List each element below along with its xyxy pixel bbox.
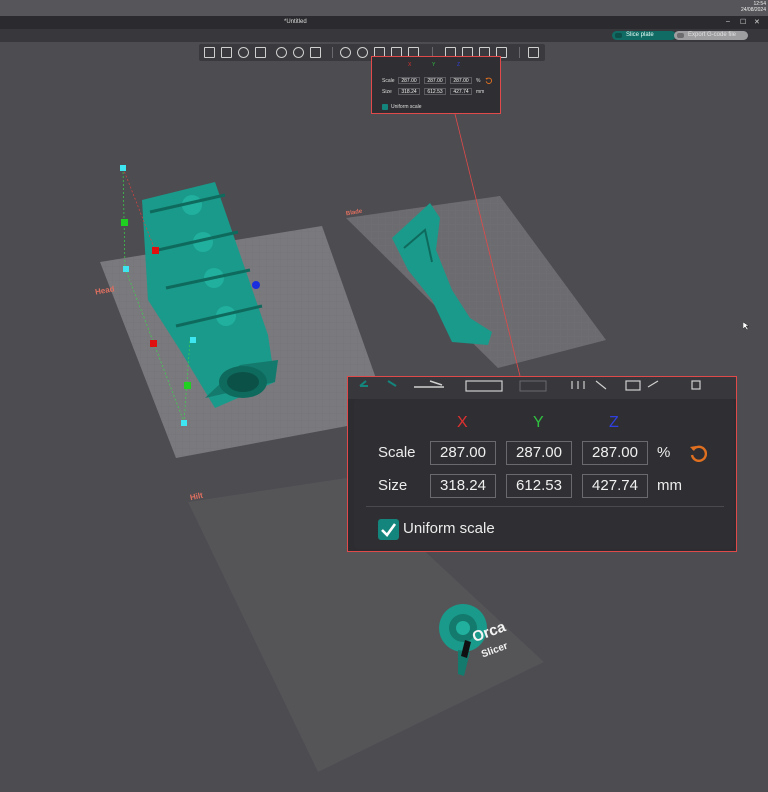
gizmo-handle-blue[interactable] <box>252 281 260 289</box>
export-gcode-label: Export G-code file <box>688 32 737 38</box>
gizmo-handle-green-2[interactable] <box>184 382 191 389</box>
minimize-button[interactable]: – <box>726 18 730 25</box>
scale-y-input[interactable]: 287.00 <box>506 441 572 465</box>
panel-divider <box>366 506 724 507</box>
mini-scale-panel: X Y Z Scale 287.00 287.00 287.00 % Size … <box>371 56 501 114</box>
mini-scale-x-input[interactable]: 287.00 <box>398 77 420 84</box>
mini-axis-x: X <box>408 62 412 68</box>
zoomed-toolbar-icons <box>359 380 701 392</box>
arrange-icon[interactable] <box>276 47 287 58</box>
mouse-cursor-icon <box>743 322 749 330</box>
mini-axis-z: Z <box>457 62 461 68</box>
size-unit: mm <box>657 477 682 494</box>
layers-icon[interactable] <box>310 47 321 58</box>
mini-scale-label: Scale <box>382 78 395 84</box>
mini-scale-z-input[interactable]: 287.00 <box>450 77 472 84</box>
mini-axis-y: Y <box>432 62 436 68</box>
action-bar: Slice plate Export G-code file <box>0 29 768 42</box>
rotate-icon[interactable] <box>357 47 368 58</box>
clock-date: 24/08/2024 <box>740 7 766 13</box>
gizmo-handle-red-1[interactable] <box>152 247 159 254</box>
mini-uniform-checkbox[interactable] <box>382 104 388 110</box>
gizmo-handle-red-2[interactable] <box>150 340 157 347</box>
scale-x-input[interactable]: 287.00 <box>430 441 496 465</box>
gizmo-handle-cyan-2[interactable] <box>123 266 129 272</box>
scale-z-input[interactable]: 287.00 <box>582 441 648 465</box>
export-gcode-button[interactable]: Export G-code file <box>674 31 748 40</box>
uniform-scale-checkbox[interactable] <box>378 519 399 540</box>
gizmo-handle-cyan-4[interactable] <box>181 420 187 426</box>
scale-unit: % <box>657 444 671 461</box>
uniform-scale-label: Uniform scale <box>403 520 495 537</box>
checkmark-icon <box>381 523 397 537</box>
move-icon[interactable] <box>340 47 351 58</box>
gizmo-handle-green-1[interactable] <box>121 219 128 226</box>
axis-y-label: Y <box>533 414 544 431</box>
toolbar-divider <box>519 47 520 58</box>
mini-size-label: Size <box>382 89 392 95</box>
gizmo-handle-cyan-1[interactable] <box>120 165 126 171</box>
zoomed-toolbar-strip <box>348 377 736 399</box>
axis-x-label: X <box>457 414 468 431</box>
slice-plate-label: Slice plate <box>626 32 654 38</box>
size-y-input[interactable]: 612.53 <box>506 474 572 498</box>
gizmo-handle-cyan-3[interactable] <box>190 337 196 343</box>
slice-plate-button[interactable]: Slice plate <box>612 31 676 40</box>
export-dropdown-icon[interactable] <box>677 33 684 38</box>
scale-label: Scale <box>378 444 416 461</box>
mini-size-z-input[interactable]: 427.74 <box>450 88 472 95</box>
reset-icon[interactable] <box>689 444 707 462</box>
layout-icon[interactable] <box>528 47 539 58</box>
size-label: Size <box>378 477 408 494</box>
mini-size-x-input[interactable]: 318.24 <box>398 88 420 95</box>
close-button[interactable]: ✕ <box>754 18 760 26</box>
size-x-input[interactable]: 318.24 <box>430 474 496 498</box>
mini-scale-y-input[interactable]: 287.00 <box>424 77 446 84</box>
axis-z-label: Z <box>609 414 619 431</box>
window-title: *Untitled <box>284 19 307 25</box>
toolbar-divider <box>332 47 333 58</box>
size-z-input[interactable]: 427.74 <box>582 474 648 498</box>
window-titlebar: *Untitled – ☐ ✕ <box>0 16 768 29</box>
orient-icon[interactable] <box>238 47 249 58</box>
image-icon[interactable] <box>255 47 266 58</box>
slice-dropdown-icon[interactable] <box>615 33 622 38</box>
taskbar-strip: 12:54 24/08/2024 <box>0 0 768 16</box>
mini-uniform-label: Uniform scale <box>391 104 422 110</box>
mini-size-y-input[interactable]: 612.53 <box>424 88 446 95</box>
add-cube-icon[interactable] <box>204 47 215 58</box>
split-icon[interactable] <box>293 47 304 58</box>
mini-size-unit: mm <box>476 89 485 95</box>
maximize-button[interactable]: ☐ <box>740 18 746 26</box>
mini-reset-icon[interactable] <box>485 77 492 84</box>
grid-icon[interactable] <box>221 47 232 58</box>
mini-scale-unit: % <box>476 78 481 84</box>
system-clock: 12:54 24/08/2024 <box>741 1 766 13</box>
